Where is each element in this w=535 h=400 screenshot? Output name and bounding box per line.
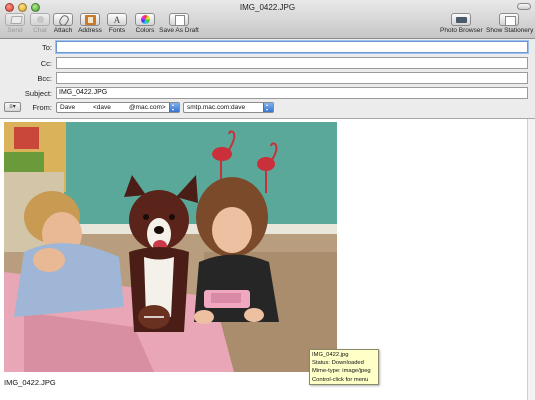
from-account-email: <dave @mac.com> bbox=[93, 104, 166, 111]
bcc-field[interactable] bbox=[56, 72, 528, 84]
cc-field[interactable] bbox=[56, 57, 528, 69]
cc-label: Cc: bbox=[40, 59, 52, 68]
colors-button[interactable]: Colors bbox=[133, 13, 157, 37]
from-account-name: Dave bbox=[60, 104, 76, 111]
photo-browser-icon bbox=[451, 13, 471, 26]
vertical-scrollbar[interactable] bbox=[527, 119, 535, 400]
message-header: To: Cc: Bcc: Subject: IMG_0422.JPG ≡▾ Fr… bbox=[0, 39, 535, 119]
tooltip-filename: IMG_0422.jpg bbox=[312, 352, 349, 358]
popup-arrows-icon bbox=[169, 102, 179, 112]
send-icon bbox=[5, 13, 25, 26]
cc-row: Cc: bbox=[0, 57, 535, 70]
subject-row: Subject: IMG_0422.JPG bbox=[0, 87, 535, 100]
attachment-filename: IMG_0422.JPG bbox=[4, 378, 56, 387]
tooltip-status: Status: Downloaded bbox=[312, 360, 364, 367]
paperclip-icon bbox=[53, 13, 73, 26]
chat-icon bbox=[30, 13, 50, 26]
save-as-draft-button[interactable]: Save As Draft bbox=[159, 13, 199, 37]
show-stationery-button[interactable]: Show Stationery bbox=[486, 13, 533, 37]
chat-button[interactable]: Chat bbox=[29, 13, 51, 37]
bcc-row: Bcc: bbox=[0, 72, 535, 85]
photo-image bbox=[4, 122, 337, 372]
from-label: From: bbox=[32, 103, 52, 112]
window-title: IMG_0422.JPG bbox=[239, 3, 296, 12]
attach-button[interactable]: Attach bbox=[52, 13, 74, 37]
fonts-icon bbox=[107, 13, 127, 26]
fonts-button[interactable]: Fonts bbox=[106, 13, 128, 37]
tooltip-mime: Mime-type: image/jpeg bbox=[312, 368, 371, 375]
stationery-icon bbox=[499, 13, 519, 26]
to-label: To: bbox=[41, 43, 52, 52]
address-book-icon bbox=[80, 13, 100, 26]
photo-browser-button[interactable]: Photo Browser bbox=[440, 13, 483, 37]
tooltip-hint: Control-click for menu bbox=[312, 376, 369, 383]
to-field[interactable] bbox=[56, 41, 528, 53]
to-row: To: bbox=[0, 41, 535, 54]
bcc-label: Bcc: bbox=[37, 74, 52, 83]
send-button[interactable]: Send bbox=[4, 13, 26, 37]
smtp-server-popup[interactable]: smtp.mac.com:dave bbox=[183, 102, 274, 113]
message-body[interactable]: IMG_0422.JPG IMG_0422.jpg Status: Downlo… bbox=[0, 119, 527, 400]
popup-arrows-icon bbox=[263, 102, 273, 112]
attachment-tooltip: IMG_0422.jpg Status: Downloaded Mime-typ… bbox=[309, 349, 379, 385]
smtp-server-value: smtp.mac.com:dave bbox=[187, 104, 246, 111]
subject-label: Subject: bbox=[24, 89, 52, 98]
attached-photo[interactable] bbox=[4, 122, 337, 372]
from-account-popup[interactable]: Dave <dave @mac.com> bbox=[56, 102, 180, 113]
subject-field[interactable]: IMG_0422.JPG bbox=[56, 87, 528, 99]
draft-icon bbox=[169, 13, 189, 26]
address-button[interactable]: Address bbox=[77, 13, 103, 37]
window-toolbar: IMG_0422.JPG Send Chat Attach Address Fo… bbox=[0, 0, 535, 39]
color-wheel-icon bbox=[135, 13, 155, 26]
toolbar-toggle-button[interactable] bbox=[517, 3, 531, 10]
